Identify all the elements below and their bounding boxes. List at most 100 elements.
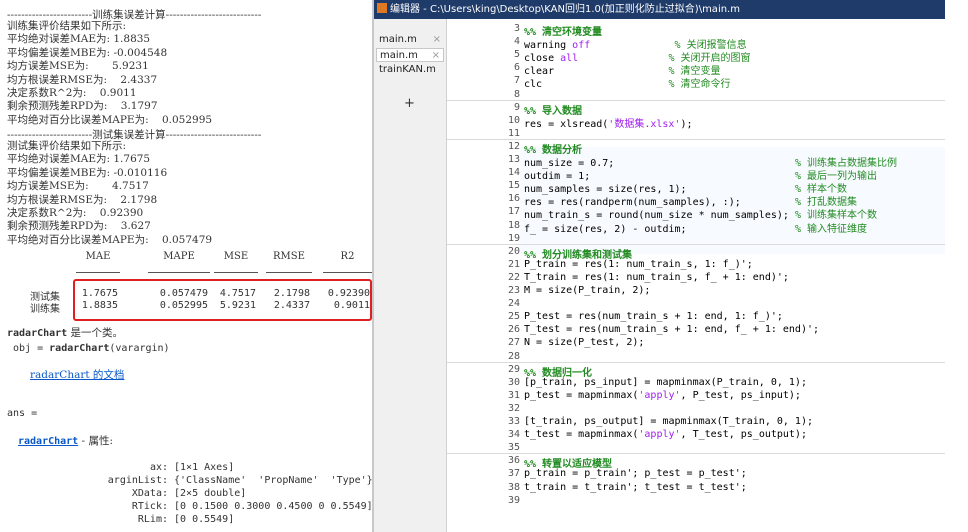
line-number: 6 [513,62,520,74]
property-name: RLim: [137,514,168,525]
line-number: 38 [507,481,520,493]
code-line[interactable]: f_ = size(res, 2) - outdim; % 输入特征维度 [524,220,867,235]
train-result-line: 平均偏差误差MBE为: -0.004548 [7,46,168,59]
code-token: T_test = res(num_train_s + 1: end, f_ + … [524,324,820,336]
train-result-line: 平均绝对百分比误差MAPE为: 0.052995 [7,113,213,126]
code-token: P_test = res(num_train_s + 1: end, 1: f_… [524,311,783,323]
table-row-label: 训练集 [30,304,60,315]
file-tab-list: + main.m × main.m × trainKAN.m [374,19,447,532]
line-number: 7 [513,75,520,87]
train-result-line: 均方误差MSE为: 5.9231 [7,60,149,73]
file-tab[interactable]: main.m × [376,48,444,62]
line-number: 8 [513,88,520,100]
code-line[interactable]: T_train = res(1: num_train_s, f_ + 1: en… [524,272,789,283]
property-name: ax: [149,462,168,473]
code-token: clc [524,79,669,91]
ans-class-line: radarChart - 属性: [18,435,113,448]
table-column-underline [323,272,372,273]
code-line[interactable]: t_train = t_train'; t_test = t_test'; [524,482,747,493]
line-number: 23 [507,285,520,296]
line-number: 24 [507,298,520,310]
code-line[interactable]: [t_train, ps_output] = mapminmax(T_train… [524,416,813,427]
code-line[interactable]: T_test = res(num_train_s + 1: end, f_ + … [524,324,819,335]
radar-signature-suffix: (varargin) [109,343,170,354]
section-divider [447,243,945,245]
code-line[interactable]: p_train = p_train'; p_test = p_test'; [524,468,747,479]
test-result-line: 均方误差MSE为: 4.7517 [7,180,149,193]
line-number: 36 [507,455,520,467]
radar-signature-name: radarChart [49,343,110,354]
line-number: 19 [507,232,520,244]
section-divider [447,99,945,101]
code-line[interactable]: N = size(P_test, 2); [524,337,644,348]
ans-class-link[interactable]: radarChart [18,436,78,447]
line-number: 20 [507,245,520,257]
line-number: 17 [507,206,520,218]
code-line[interactable]: P_train = res(1: num_train_s, 1: f_)'; [524,259,753,270]
table-column-underline [214,272,258,273]
line-number: 12 [507,140,520,152]
close-icon[interactable]: × [433,33,441,47]
code-line[interactable]: P_test = res(num_train_s + 1: end, 1: f_… [524,311,783,322]
code-token: T_train = res(1: num_train_s, f_ + 1: en… [524,271,789,283]
file-tab[interactable]: trainKAN.m [376,63,444,77]
line-number: 22 [507,271,520,283]
line-number: 34 [507,429,520,441]
code-token: '数据集.xlsx' [608,118,681,130]
code-line[interactable]: res = xlsread('数据集.xlsx'); [524,115,693,130]
table-column-header: R2 [340,251,355,262]
code-token: p_test = mapminmax( [524,389,639,401]
line-number: 33 [507,416,520,427]
code-token: 'apply' [638,429,681,441]
line-number: 4 [513,36,520,48]
line-number: 26 [507,324,520,336]
train-result-line: 剩余预测残差RPD为: 3.1797 [7,100,158,113]
file-tab-label: main.m [380,50,418,61]
radar-class-name: radarChart [7,328,68,339]
test-result-line: 均方根误差RMSE为: 2.1798 [7,193,158,206]
line-number: 27 [507,337,520,349]
radar-doc-link[interactable]: radarChart 的文档 [30,369,124,381]
code-token: 'apply' [638,389,681,401]
command-window[interactable]: ------------------------训练集误差计算---------… [0,0,372,532]
test-result-line: 平均绝对百分比误差MAPE为: 0.057479 [7,233,213,246]
train-result-line: 平均绝对误差MAE为: 1.8835 [7,33,151,46]
property-value: [0 0.5549] [168,514,235,525]
file-tab-label: main.m [379,34,417,45]
code-line[interactable]: [p_train, ps_input] = mapminmax(P_train,… [524,377,807,388]
code-line[interactable]: M = size(P_train, 2); [524,285,650,296]
code-token: % 清空命令行 [668,79,731,91]
line-number: 30 [507,376,520,388]
line-number: 21 [507,258,520,270]
table-column-header: MAE [85,251,111,262]
code-line[interactable]: clc % 清空命令行 [524,75,731,90]
object-property: arginList: {'ClassName' 'PropName' 'Type… [0,475,372,487]
line-number: 32 [507,402,520,414]
line-number: 28 [507,350,520,362]
property-name: RTick: [131,501,168,512]
file-tab[interactable]: main.m × [376,33,444,47]
object-property: XData: [2×5 double] [0,488,246,500]
radar-class-desc-text: 是一个类。 [67,327,124,339]
code-token: [p_train, ps_input] = mapminmax(P_train,… [524,376,807,388]
highlight-box [73,279,372,321]
code-token: t_train = t_train'; t_test = t_test'; [524,481,747,493]
section-divider [447,138,945,140]
editor-title: 编辑器 - C:\Users\king\Desktop\KAN回归1.0(加正则… [390,4,740,15]
line-number: 31 [507,389,520,401]
add-tab-button[interactable]: + [404,96,415,111]
editor-app-icon [377,3,387,13]
file-tab-label: trainKAN.m [379,64,436,75]
radar-signature-prefix: obj = [7,343,50,354]
object-property: RTick: [0 0.1500 0.3000 0.4500 0 0.5549] [0,501,372,513]
property-value: [2×5 double] [168,488,247,499]
line-number: 39 [507,494,520,506]
close-icon[interactable]: × [432,49,440,63]
editor-titlebar: 编辑器 - C:\Users\king\Desktop\KAN回归1.0(加正则… [374,0,945,19]
train-result-line: 决定系数R^2为: 0.9011 [7,87,137,99]
line-number: 14 [507,167,520,179]
code-line[interactable]: t_test = mapminmax('apply', T_test, ps_o… [524,429,807,440]
code-token: f_ = size(res, 2) - outdim; [524,223,795,235]
test-result-line: 测试集评价结果如下所示: [7,140,127,152]
code-line[interactable]: p_test = mapminmax('apply', P_test, ps_i… [524,390,801,401]
